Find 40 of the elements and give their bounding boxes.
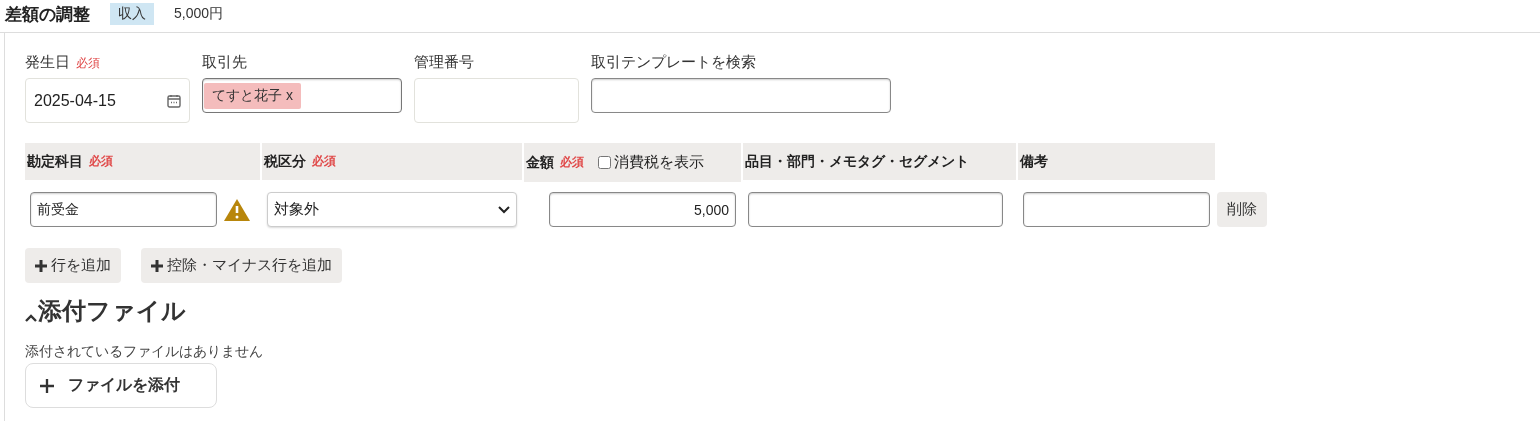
checkbox-label: 消費税を表示 — [614, 153, 704, 172]
field-label: 取引テンプレートを検索 — [591, 53, 756, 72]
empty-message: 添付されているファイルはありません — [25, 343, 264, 361]
calendar-icon — [167, 93, 181, 108]
plus-icon — [40, 378, 54, 393]
attach-file-button[interactable]: ファイルを添付 — [25, 363, 217, 408]
attachments-heading[interactable]: 添付ファイル — [25, 295, 1540, 327]
required-label: 必須 — [312, 153, 336, 170]
search-field[interactable] — [591, 78, 891, 113]
amount-text: 5,000円 — [174, 5, 224, 23]
plus-icon — [35, 259, 47, 272]
field-label: 発生日 — [25, 53, 70, 72]
items-field[interactable] — [748, 192, 1003, 227]
delete-button[interactable]: 削除 — [1217, 192, 1267, 227]
required-label: 必須 — [89, 153, 113, 170]
field-label: 管理番号 — [414, 53, 474, 72]
date-field[interactable]: 2025-04-15 — [25, 78, 190, 123]
column-title: 金額 — [526, 153, 554, 172]
field-label: 取引先 — [202, 53, 247, 72]
column-title: 備考 — [1020, 152, 1048, 171]
add-row-button[interactable]: 行を追加 — [25, 248, 121, 283]
required-label: 必須 — [560, 154, 584, 171]
column-title: 品目・部門・メモタグ・セグメント — [745, 152, 969, 171]
required-label: 必須 — [76, 55, 100, 72]
column-title: 勘定科目 — [27, 152, 83, 171]
plus-icon — [151, 259, 163, 272]
type-badge: 収入 — [110, 3, 154, 25]
amount-field[interactable]: 5,000 — [549, 192, 736, 227]
caret-icon — [25, 314, 37, 322]
tax-select[interactable]: 対象外 — [267, 192, 517, 227]
chevron-down-icon — [498, 205, 510, 214]
account-field[interactable]: 前受金 — [30, 192, 217, 227]
tax-checkbox[interactable] — [598, 156, 611, 169]
add-row-button[interactable]: 控除・マイナス行を追加 — [141, 248, 342, 283]
partner-tag[interactable]: てすと花子 x — [204, 82, 301, 109]
partner-field[interactable]: てすと花子 x — [202, 78, 402, 113]
page-title: 差額の調整 — [5, 3, 90, 26]
input-field[interactable] — [414, 78, 579, 123]
memo-field[interactable] — [1023, 192, 1210, 227]
column-title: 税区分 — [264, 152, 306, 171]
